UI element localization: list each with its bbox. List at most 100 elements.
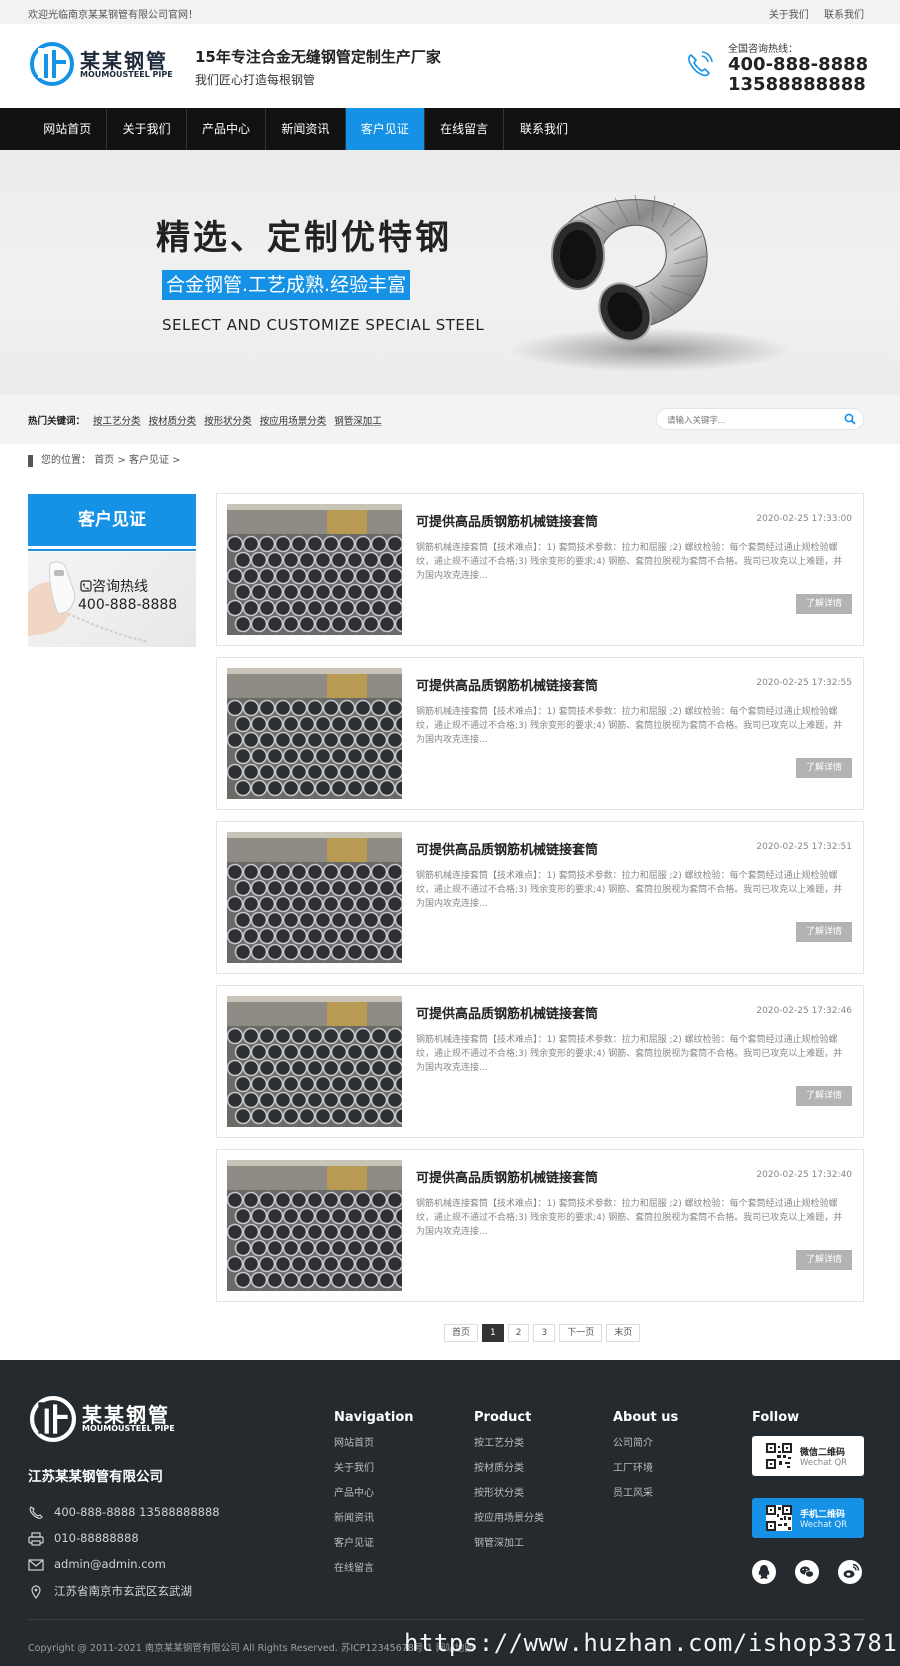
- footer-phone-text: 400-888-8888 13588888888: [54, 1505, 220, 1519]
- article-summary: 钢筋机械连接套筒【技术难点】：1) 套筒技术参数：拉力和屈服 ;2) 螺纹检验：…: [416, 871, 843, 909]
- wechat-glyph: [800, 1566, 814, 1578]
- footer-fax-text: 010-88888888: [54, 1531, 139, 1545]
- mail-icon: [28, 1558, 44, 1571]
- footer-follow-column: Follow: [752, 1410, 799, 1437]
- wechat-icon[interactable]: [795, 1560, 819, 1584]
- top-link-about[interactable]: 关于我们: [769, 10, 809, 21]
- page-first[interactable]: 首页: [444, 1324, 479, 1342]
- article-title[interactable]: 可提供高品质钢筋机械链接套筒: [416, 839, 598, 858]
- location-icon: [31, 1584, 41, 1599]
- footer-product-link[interactable]: 按应用场景分类: [474, 1512, 544, 1526]
- article-title[interactable]: 可提供高品质钢筋机械链接套筒: [416, 675, 598, 694]
- qr-code-icon: [766, 1443, 792, 1469]
- page-last[interactable]: 末页: [606, 1324, 641, 1342]
- footer-about-link[interactable]: 员工风采: [613, 1487, 678, 1501]
- hotline-number-1: 400-888-8888: [728, 54, 869, 75]
- page-number[interactable]: 1: [482, 1324, 504, 1342]
- qq-icon[interactable]: [752, 1560, 776, 1584]
- sidebar-contact-card: 咨询热线 400-888-8888: [28, 552, 196, 647]
- footer-product-link[interactable]: 按材质分类: [474, 1462, 544, 1476]
- mobile-qr-title: 手机二维码: [800, 1510, 846, 1520]
- article-list: 可提供高品质钢筋机械链接套筒 2020-02-25 17:33:00 钢筋机械连接套…: [216, 493, 864, 1313]
- footer-nav-link[interactable]: 新闻资讯: [334, 1512, 414, 1526]
- footer-product-link[interactable]: 钢管深加工: [474, 1537, 544, 1551]
- article-title[interactable]: 可提供高品质钢筋机械链接套筒: [416, 511, 598, 530]
- read-more-button[interactable]: 了解详情: [796, 1250, 852, 1270]
- search-input[interactable]: [667, 412, 837, 427]
- flexible-pipe-image: [510, 194, 790, 372]
- footer-address: 江苏省南京市玄武区玄武湖: [28, 1583, 192, 1599]
- footer-follow-title: Follow: [752, 1410, 800, 1425]
- article-title[interactable]: 可提供高品质钢筋机械链接套筒: [416, 1003, 598, 1022]
- read-more-button[interactable]: 了解详情: [796, 758, 852, 778]
- article-date: 2020-02-25 17:32:55: [756, 678, 852, 688]
- footer-about-link[interactable]: 公司简介: [613, 1437, 678, 1451]
- nav-item-about[interactable]: 关于我们: [107, 108, 187, 150]
- footer-nav-link[interactable]: 关于我们: [334, 1462, 414, 1476]
- keyword-link[interactable]: 按应用场景分类: [260, 416, 327, 427]
- footer-fax: 010-88888888: [28, 1531, 139, 1546]
- banner-tagline: 合金钢管.工艺成熟.经验丰富: [162, 270, 411, 300]
- qq-glyph: [758, 1565, 770, 1579]
- banner-english: SELECT AND CUSTOMIZE SPECIAL STEEL: [162, 316, 485, 334]
- read-more-button[interactable]: 了解详情: [796, 594, 852, 614]
- keyword-link[interactable]: 按工艺分类: [93, 416, 141, 427]
- footer-logo[interactable]: 某某钢管 MOUMOUSTEEL PIPE: [30, 1396, 180, 1444]
- footer-about-title: About us: [613, 1410, 679, 1425]
- watermark-url: https://www.huzhan.com/ishop33781: [404, 1629, 898, 1657]
- logo-mark-icon: [30, 1396, 76, 1442]
- steel-pipes-thumbnail[interactable]: [227, 504, 402, 635]
- wechat-qr-card[interactable]: 微信二维码 Wechat QR: [752, 1436, 864, 1476]
- wechat-qr-subtitle: Wechat QR: [800, 1458, 848, 1468]
- breadcrumb-prefix: 您的位置：: [41, 455, 91, 466]
- breadcrumb-separator: >: [172, 455, 181, 466]
- site-logo[interactable]: 某某钢管 MOUMOUSTEEL PIPE: [30, 42, 173, 90]
- steel-pipes-thumbnail[interactable]: [227, 996, 402, 1127]
- breadcrumb-current[interactable]: 客户见证: [129, 455, 169, 466]
- page-number[interactable]: 2: [507, 1324, 530, 1342]
- breadcrumb-home[interactable]: 首页: [94, 455, 114, 466]
- steel-pipes-thumbnail[interactable]: [227, 832, 402, 963]
- footer-nav-column: Navigation 网站首页 关于我们 产品中心 新闻资讯 客户见证 在线留言: [334, 1410, 414, 1587]
- weibo-icon[interactable]: [838, 1560, 862, 1584]
- nav-item-contact[interactable]: 联系我们: [504, 108, 583, 150]
- steel-pipes-thumbnail[interactable]: [227, 1160, 402, 1291]
- brand-name-en: MOUMOUSTEEL PIPE: [80, 70, 173, 79]
- top-link-contact[interactable]: 联系我们: [824, 10, 864, 21]
- footer-about-link[interactable]: 工厂环境: [613, 1462, 678, 1476]
- read-more-button[interactable]: 了解详情: [796, 1086, 852, 1106]
- footer-nav-title: Navigation: [334, 1410, 414, 1425]
- article-title[interactable]: 可提供高品质钢筋机械链接套筒: [416, 1167, 598, 1186]
- footer-product-title: Product: [474, 1410, 532, 1425]
- nav-item-testimonials[interactable]: 客户见证: [345, 108, 425, 150]
- weibo-glyph: [843, 1563, 860, 1578]
- footer-nav-link[interactable]: 网站首页: [334, 1437, 414, 1451]
- footer-product-column: Product 按工艺分类 按材质分类 按形状分类 按应用场景分类 钢管深加工: [474, 1410, 544, 1562]
- keyword-link[interactable]: 钢管深加工: [334, 416, 382, 427]
- footer-brand-name-en: MOUMOUSTEEL PIPE: [82, 1424, 175, 1433]
- footer-nav-link[interactable]: 产品中心: [334, 1487, 414, 1501]
- nav-item-message[interactable]: 在线留言: [425, 108, 505, 150]
- nav-item-home[interactable]: 网站首页: [28, 108, 108, 150]
- keyword-link[interactable]: 按形状分类: [204, 416, 252, 427]
- sidebar-contact-label: 咨询热线: [80, 576, 148, 596]
- article-date: 2020-02-25 17:32:40: [756, 1170, 852, 1180]
- page-next[interactable]: 下一页: [559, 1324, 603, 1342]
- read-more-button[interactable]: 了解详情: [796, 922, 852, 942]
- footer-product-link[interactable]: 按形状分类: [474, 1487, 544, 1501]
- footer-product-link[interactable]: 按工艺分类: [474, 1437, 544, 1451]
- footer-nav-link[interactable]: 客户见证: [334, 1537, 414, 1551]
- mobile-qr-card[interactable]: 手机二维码 Wechat QR: [752, 1498, 864, 1538]
- search-icon[interactable]: [844, 413, 856, 425]
- footer-about-column: About us 公司简介 工厂环境 员工风采: [613, 1410, 678, 1512]
- footer-nav-link[interactable]: 在线留言: [334, 1562, 414, 1576]
- phone-icon: [688, 51, 713, 77]
- nav-item-products[interactable]: 产品中心: [187, 108, 267, 150]
- keyword-link[interactable]: 按材质分类: [149, 416, 197, 427]
- pagination: 首页 1 2 3 下一页 末页: [444, 1324, 644, 1342]
- page-number[interactable]: 3: [533, 1324, 556, 1342]
- hot-keywords-label: 热门关键词：: [28, 416, 86, 427]
- nav-item-news[interactable]: 新闻资讯: [266, 108, 346, 150]
- steel-pipes-thumbnail[interactable]: [227, 668, 402, 799]
- wechat-qr-title: 微信二维码: [800, 1448, 846, 1458]
